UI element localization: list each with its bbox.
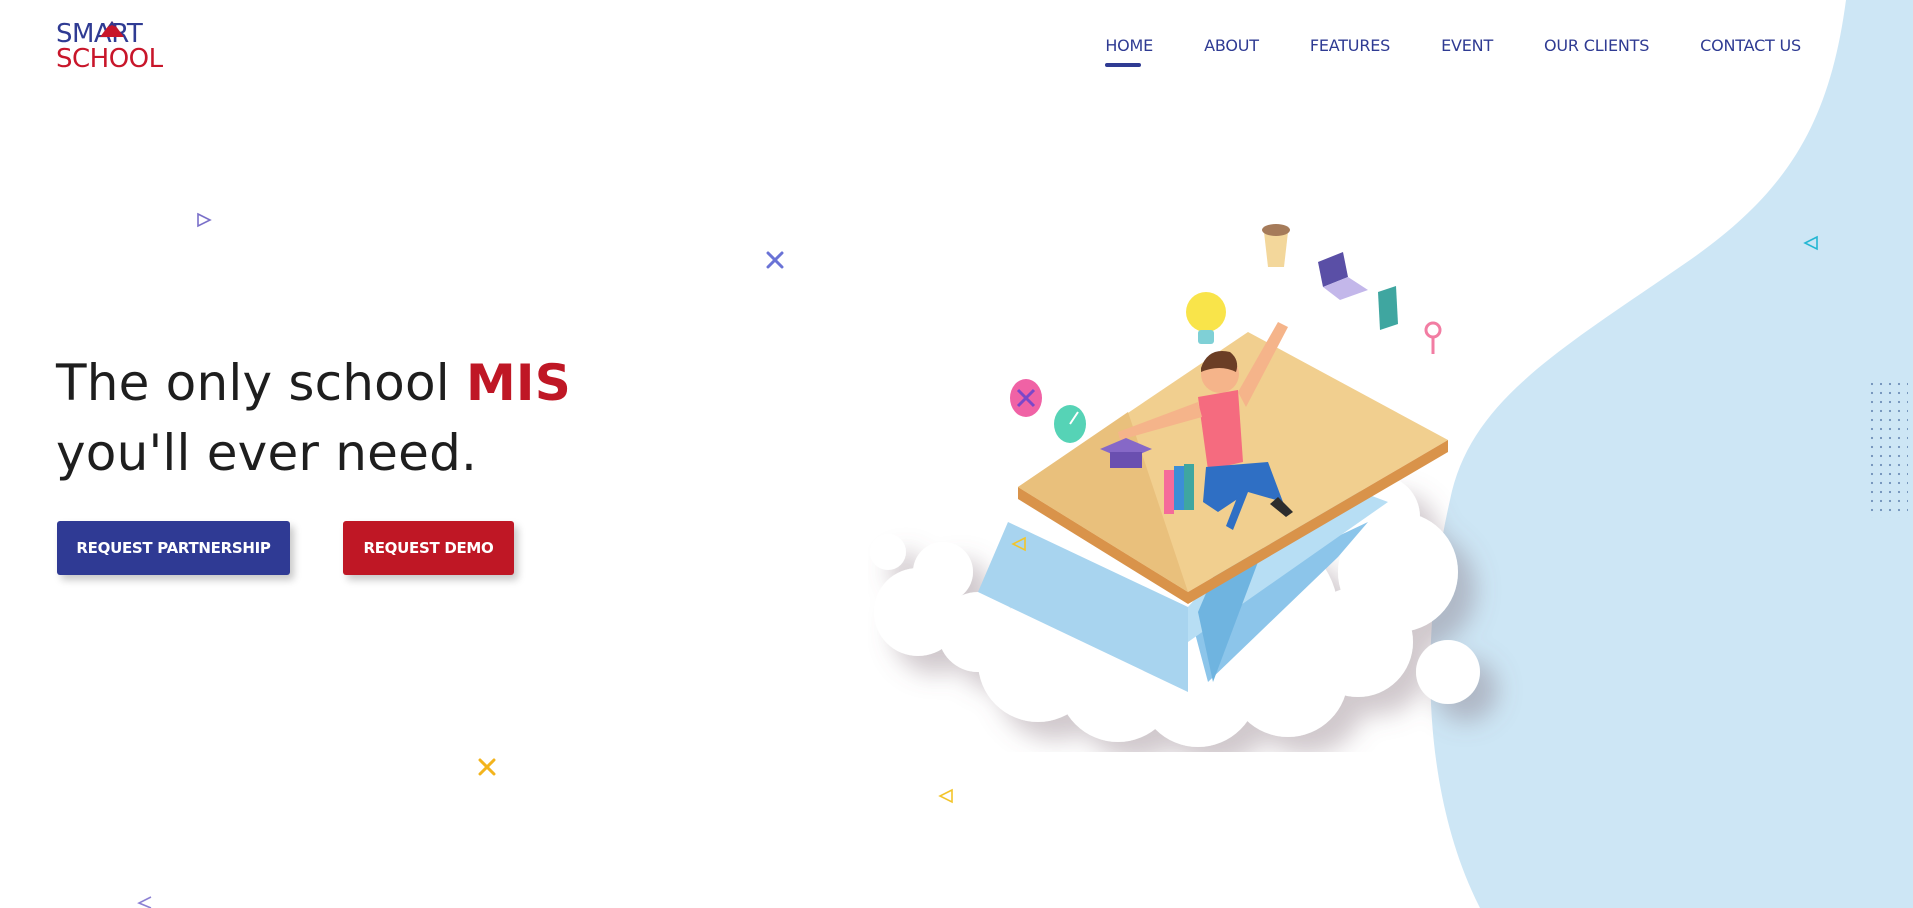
- triangle-outline-icon: [1803, 235, 1818, 251]
- request-demo-button[interactable]: REQUEST DEMO: [343, 521, 514, 575]
- nav-contact-us[interactable]: CONTACT US: [1700, 36, 1801, 55]
- lightbulb-icon: [1186, 292, 1226, 344]
- triangle-outline-icon: [137, 896, 152, 908]
- hero-title-line2: you'll ever need.: [56, 424, 478, 482]
- hero-title-part1: The only school: [56, 354, 466, 412]
- nav-home[interactable]: HOME: [1105, 36, 1153, 67]
- clock-icon: [1054, 405, 1086, 443]
- nav-event[interactable]: EVENT: [1441, 36, 1493, 55]
- coffee-cup-icon: [1262, 224, 1290, 267]
- laptop-icon: [1318, 252, 1368, 300]
- triangle-outline-icon: [1011, 536, 1026, 552]
- hero-illustration: [870, 224, 1480, 747]
- request-partnership-button[interactable]: REQUEST PARTNERSHIP: [57, 521, 290, 575]
- dot-grid-pattern: [1870, 382, 1908, 518]
- beach-ball-icon: [1010, 379, 1042, 417]
- cross-icon: [478, 758, 496, 776]
- magnifier-icon: [1424, 321, 1442, 354]
- books-icon: [1164, 464, 1194, 514]
- calculator-icon: [1378, 286, 1398, 330]
- main-nav: HOME ABOUT FEATURES EVENT OUR CLIENTS CO…: [1105, 36, 1801, 67]
- hero-buttons: REQUEST PARTNERSHIP REQUEST DEMO: [57, 521, 514, 575]
- logo-mountain-icon: [100, 21, 124, 37]
- nav-about[interactable]: ABOUT: [1204, 36, 1259, 55]
- cross-icon: [766, 251, 784, 269]
- triangle-outline-icon: [197, 212, 212, 228]
- triangle-outline-icon: [938, 788, 953, 804]
- hero-title-accent: MIS: [465, 354, 571, 412]
- nav-our-clients[interactable]: OUR CLIENTS: [1544, 36, 1649, 55]
- logo[interactable]: SMART SCHOOL: [56, 20, 168, 74]
- hero-section: The only school MIS you'll ever need.: [56, 348, 571, 488]
- logo-text-school: SCHOOL: [56, 44, 163, 74]
- site-header: SMART SCHOOL HOME ABOUT FEATURES EVENT O…: [0, 0, 1913, 100]
- nav-features[interactable]: FEATURES: [1310, 36, 1390, 55]
- hero-title: The only school MIS you'll ever need.: [56, 348, 571, 488]
